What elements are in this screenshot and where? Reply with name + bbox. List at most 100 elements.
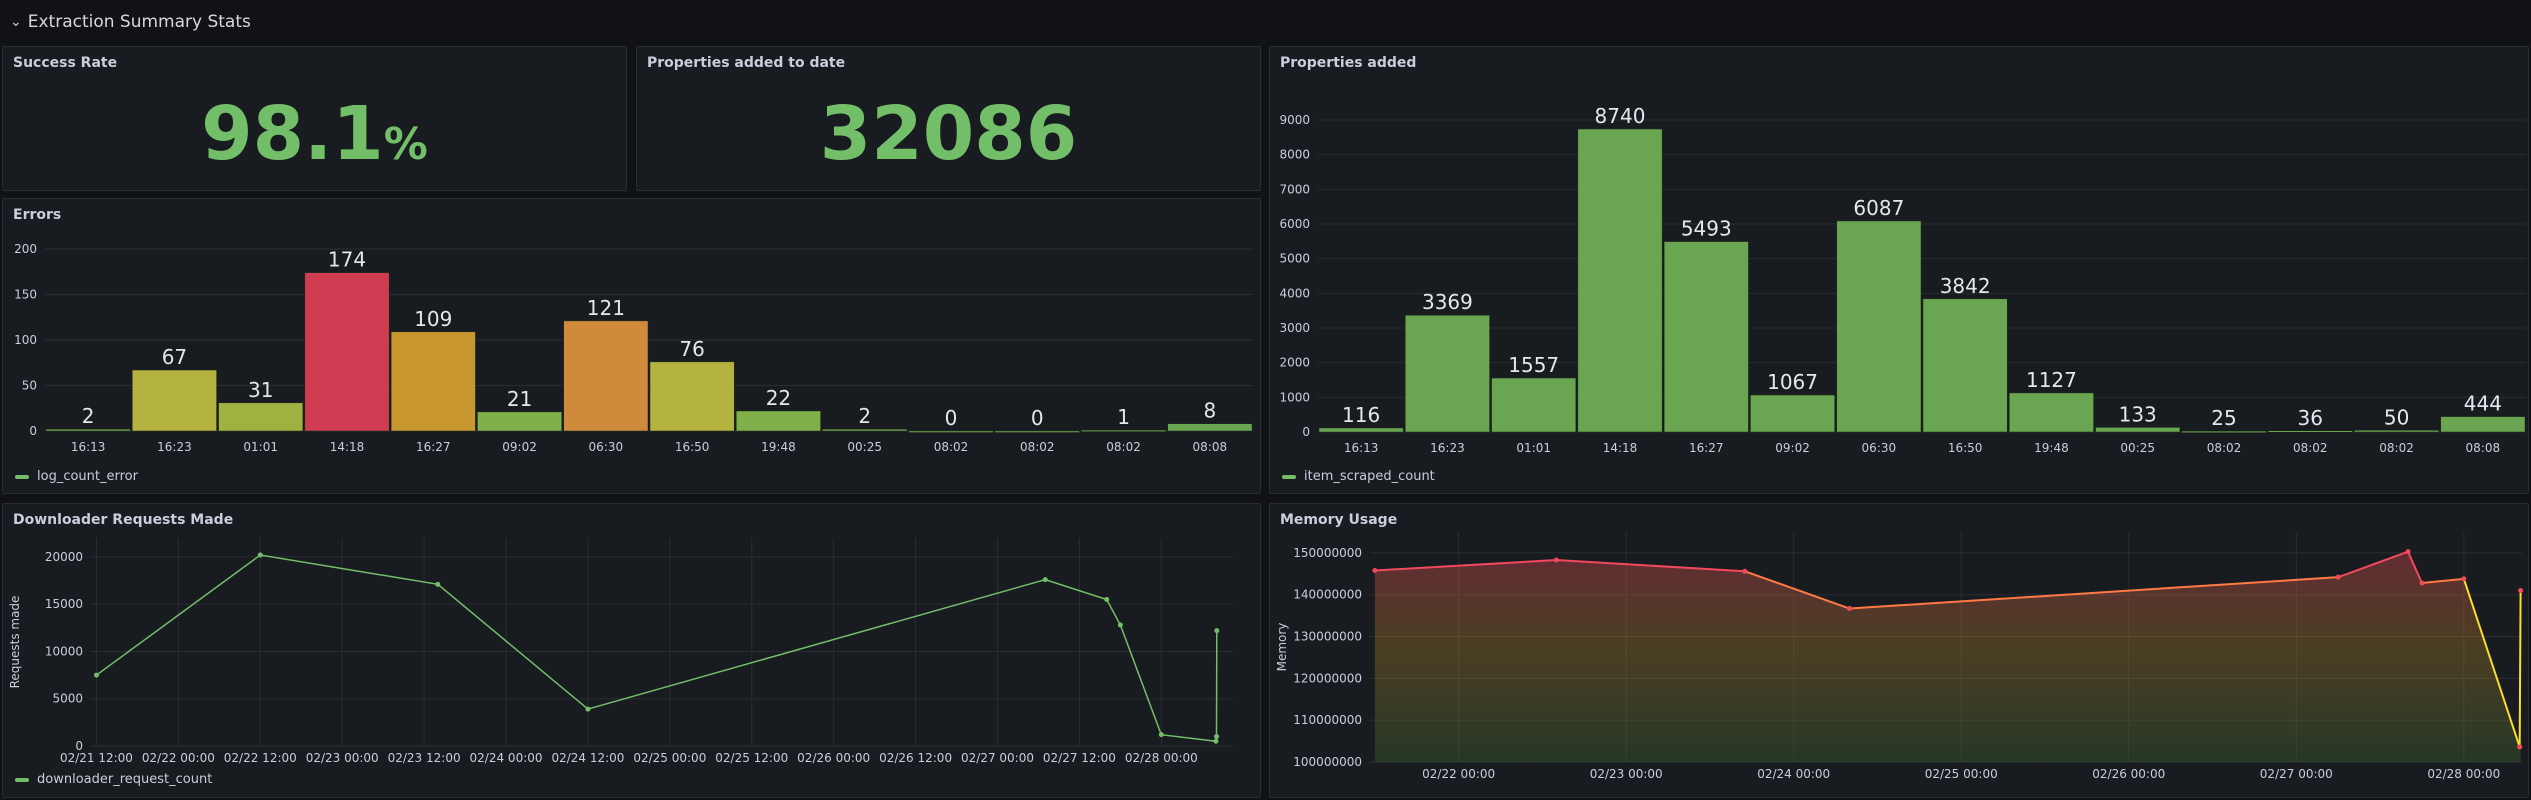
legend[interactable]: log_count_error — [15, 469, 138, 484]
y-tick-label: 50 — [22, 379, 37, 393]
properties-to-date-panel[interactable]: Properties added to date 32086 — [636, 46, 1261, 191]
data-point — [2419, 580, 2425, 586]
success-rate-unit: % — [383, 119, 428, 170]
x-tick-label: 02/22 00:00 — [1422, 767, 1495, 781]
bar-value-label: 6087 — [1853, 196, 1904, 220]
x-tick-label: 02/25 12:00 — [715, 751, 788, 765]
data-point — [1214, 628, 1220, 634]
legend-swatch — [15, 777, 29, 782]
x-tick-label: 02/28 00:00 — [1125, 751, 1198, 765]
bar — [2354, 430, 2439, 433]
legend-label: log_count_error — [37, 469, 138, 484]
legend[interactable]: item_scraped_count — [1282, 469, 1435, 484]
x-tick-label: 01:01 — [243, 440, 278, 454]
y-tick-label: 100000000 — [1293, 755, 1362, 769]
x-tick-label: 02/23 12:00 — [388, 751, 461, 765]
legend-swatch — [15, 474, 29, 479]
x-tick-label: 01:01 — [1516, 441, 1551, 455]
bar — [908, 430, 994, 433]
bar-value-label: 116 — [1342, 403, 1380, 427]
row-title: Extraction Summary Stats — [27, 12, 251, 32]
x-tick-label: 16:50 — [675, 440, 710, 454]
data-point — [1372, 567, 1378, 573]
x-tick-label: 00:25 — [2120, 441, 2155, 455]
panel-title: Properties added to date — [647, 55, 846, 71]
x-tick-label: 02/24 00:00 — [1757, 767, 1830, 781]
bar — [1922, 298, 2008, 433]
bar-value-label: 0 — [945, 406, 958, 430]
bar-value-label: 50 — [2384, 405, 2409, 429]
y-tick-label: 10000 — [45, 644, 83, 658]
bar-value-label: 2 — [82, 404, 95, 428]
data-point — [1158, 732, 1164, 738]
properties-added-panel[interactable]: Properties added 0 1000 2000 3000 4000 5000 60… — [1269, 46, 2529, 494]
y-tick-label: 150000000 — [1293, 546, 1362, 560]
memory-usage-panel[interactable]: Memory Usage 100000000 110000000 120000000… — [1269, 503, 2529, 798]
bar — [1167, 423, 1253, 432]
y-tick-label: 20000 — [45, 550, 83, 564]
bar — [304, 272, 390, 432]
bar-value-label: 22 — [766, 386, 791, 410]
bar — [649, 361, 735, 432]
x-tick-label: 02/27 00:00 — [961, 751, 1034, 765]
bar-value-label: 1127 — [2026, 368, 2077, 392]
bar — [45, 428, 131, 432]
data-point — [435, 581, 441, 587]
bar-value-label: 5493 — [1681, 217, 1732, 241]
bar — [2267, 430, 2353, 433]
properties-added-chart: 0 1000 2000 3000 4000 5000 6000 7000 8000 9000 116… — [1279, 104, 2526, 455]
bar — [822, 428, 908, 432]
x-tick-label: 08:02 — [2207, 441, 2242, 455]
bar — [2009, 392, 2094, 433]
bar — [1318, 427, 1404, 433]
row-header[interactable]: ⌄ Extraction Summary Stats — [0, 0, 2531, 44]
bar — [218, 402, 304, 432]
data-point — [1213, 738, 1219, 744]
y-tick-label: 140000000 — [1293, 588, 1362, 602]
y-tick-label: 0 — [1302, 425, 1310, 439]
bar-value-label: 67 — [162, 345, 187, 369]
y-tick-label: 5000 — [1279, 252, 1310, 266]
x-tick-label: 02/27 00:00 — [2260, 767, 2333, 781]
data-point — [2517, 744, 2523, 750]
bar-value-label: 25 — [2211, 406, 2236, 430]
x-tick-label: 14:18 — [1603, 441, 1638, 455]
series-area — [1374, 551, 2521, 762]
x-tick-label: 19:48 — [2034, 441, 2069, 455]
downloader-requests-panel[interactable]: Downloader Requests Made 0 5000 10000 15000… — [2, 503, 1261, 798]
x-tick-label: 09:02 — [502, 440, 537, 454]
success-rate-panel[interactable]: Success Rate 98.1% — [2, 46, 627, 191]
bar — [736, 410, 821, 432]
y-tick-label: 8000 — [1279, 148, 1310, 162]
data-point — [2518, 588, 2524, 594]
data-point — [257, 552, 263, 558]
legend[interactable]: downloader_request_count — [15, 772, 212, 787]
data-point — [1104, 596, 1110, 602]
series-line — [2518, 590, 2522, 747]
x-tick-label: 00:25 — [847, 440, 882, 454]
errors-panel[interactable]: Errors 0 50 100 150 200 2 16:13 67 16:23 31 01:01 1… — [2, 198, 1261, 494]
bar — [563, 320, 649, 432]
x-tick-label: 08:08 — [1193, 440, 1228, 454]
bar-value-label: 3369 — [1422, 290, 1473, 314]
bar-value-label: 444 — [2464, 392, 2502, 416]
bar — [1663, 241, 1749, 433]
x-tick-label: 02/22 00:00 — [142, 751, 215, 765]
data-point — [1742, 568, 1748, 574]
y-tick-label: 5000 — [52, 692, 83, 706]
y-tick-label: 2000 — [1279, 356, 1310, 370]
bar-value-label: 133 — [2119, 402, 2157, 426]
y-axis-label: Requests made — [8, 596, 22, 689]
x-tick-label: 08:02 — [934, 440, 969, 454]
data-point — [1214, 734, 1220, 740]
x-tick-label: 02/23 00:00 — [306, 751, 379, 765]
bar-value-label: 0 — [1031, 406, 1044, 430]
y-tick-label: 6000 — [1279, 217, 1310, 231]
bar-value-label: 8 — [1203, 399, 1216, 423]
bar-value-label: 76 — [679, 337, 704, 361]
x-tick-label: 16:50 — [1948, 441, 1983, 455]
bar — [2181, 430, 2267, 433]
chevron-down-icon[interactable]: ⌄ — [10, 14, 22, 30]
panel-title: Success Rate — [13, 55, 118, 71]
y-tick-label: 200 — [14, 242, 37, 256]
